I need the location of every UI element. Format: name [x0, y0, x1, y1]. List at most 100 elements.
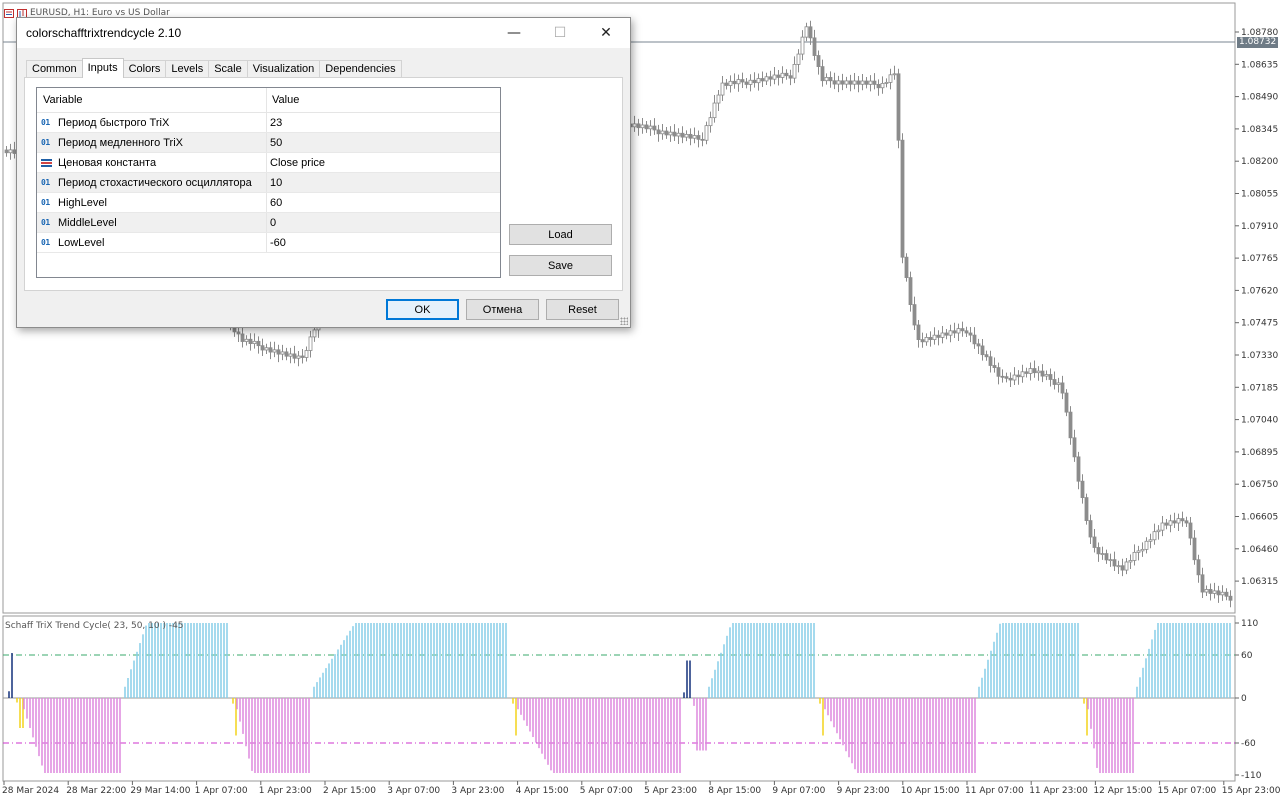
row-value[interactable]: 50 — [267, 133, 500, 152]
candle-body — [1224, 591, 1229, 597]
candle-body — [236, 331, 241, 335]
price-axis-label: 1.06895 — [1241, 448, 1278, 458]
candle-body — [664, 130, 669, 136]
candle-body — [776, 74, 781, 78]
chart-menu-icon[interactable] — [4, 8, 14, 18]
row-value[interactable]: 10 — [267, 173, 500, 192]
ok-button[interactable]: OK — [386, 299, 459, 320]
cancel-button[interactable]: Отмена — [466, 299, 539, 320]
candle-body — [688, 133, 693, 139]
candle-body — [268, 347, 273, 353]
tab-colors[interactable]: Colors — [122, 60, 167, 78]
candle-body — [248, 338, 253, 344]
candle-body — [1184, 520, 1189, 524]
candle-body — [304, 350, 309, 358]
candle-body — [944, 332, 949, 336]
time-axis-label: 9 Apr 23:00 — [837, 786, 890, 796]
candle-body — [296, 355, 301, 359]
candle-body — [972, 334, 977, 345]
candle-body — [648, 125, 653, 130]
candle-body — [1016, 374, 1021, 378]
row-value[interactable]: 60 — [267, 193, 500, 212]
time-axis-label: 3 Apr 07:00 — [387, 786, 440, 796]
candle-body — [256, 340, 261, 347]
resize-grip-icon[interactable] — [620, 317, 628, 325]
minimize-button[interactable]: — — [491, 18, 537, 48]
candle-body — [828, 77, 833, 82]
candle-body — [852, 80, 857, 85]
row-variable-cell: Ценовая константа — [37, 153, 267, 172]
close-button[interactable]: ✕ — [583, 18, 629, 48]
tab-levels[interactable]: Levels — [165, 60, 210, 78]
time-axis-label: 1 Apr 23:00 — [259, 786, 312, 796]
candle-body — [748, 79, 753, 85]
candle-body — [1040, 370, 1045, 377]
column-value[interactable]: Value — [267, 88, 500, 112]
integer-type-icon: 01 — [41, 238, 50, 247]
row-variable-cell: 01 HighLevel — [37, 193, 267, 212]
candle-body — [788, 75, 793, 79]
candle-body — [644, 124, 649, 130]
load-button[interactable]: Load — [509, 224, 612, 245]
candle-body — [920, 339, 925, 343]
table-row[interactable]: 01 MiddleLevel 0 — [37, 213, 500, 233]
candle-body — [1036, 370, 1041, 374]
table-row[interactable]: Ценовая константа Close price — [37, 153, 500, 173]
table-row[interactable]: 01 Период стохастического осциллятора 10 — [37, 173, 500, 193]
candle-body — [1188, 522, 1193, 539]
candle-body — [1056, 382, 1061, 385]
reset-button[interactable]: Reset — [546, 299, 619, 320]
candle-body — [860, 80, 865, 85]
candle-body — [276, 349, 281, 355]
column-variable[interactable]: Variable — [37, 88, 267, 112]
table-row[interactable]: 01 Период медленного TriX 50 — [37, 133, 500, 153]
candle-body — [292, 353, 297, 359]
candle-body — [272, 349, 277, 353]
time-axis-label: 5 Apr 07:00 — [580, 786, 633, 796]
candle-body — [720, 82, 725, 96]
candle-body — [904, 256, 909, 279]
table-row[interactable]: 01 Период быстрого TriX 23 — [37, 113, 500, 133]
candle-body — [756, 78, 761, 84]
candle-body — [1096, 547, 1101, 555]
candle-body — [892, 73, 897, 76]
time-axis-label: 15 Apr 23:00 — [1222, 786, 1280, 796]
save-button[interactable]: Save — [509, 255, 612, 276]
candle-body — [960, 328, 965, 332]
row-value[interactable]: 0 — [267, 213, 500, 232]
candle-body — [244, 338, 249, 342]
indicator-axis-label: 60 — [1241, 651, 1253, 661]
candle-body — [1164, 522, 1169, 526]
tab-inputs[interactable]: Inputs — [81, 58, 124, 78]
candle-body — [672, 131, 677, 137]
candle-body — [668, 131, 673, 136]
row-value[interactable]: -60 — [267, 233, 500, 252]
indicator-title: Schaff TriX Trend Cycle( 23, 50, 10 ) -4… — [5, 621, 184, 631]
candle-body — [1008, 377, 1013, 381]
row-variable-cell: 01 LowLevel — [37, 233, 267, 252]
dialog-titlebar[interactable]: colorschafftrixtrendcycle 2.10 — ☐ ✕ — [17, 18, 630, 48]
candle-body — [820, 66, 825, 82]
candle-body — [888, 74, 893, 83]
tab-strip: Common Inputs Colors Levels Scale Visual… — [26, 58, 402, 78]
tab-dependencies[interactable]: Dependencies — [319, 60, 402, 78]
candle-body — [700, 138, 705, 141]
maximize-button[interactable]: ☐ — [537, 18, 583, 48]
price-axis-label: 1.06605 — [1241, 513, 1278, 523]
row-value[interactable]: Close price — [267, 153, 500, 172]
candle-body — [744, 81, 749, 85]
table-row[interactable]: 01 HighLevel 60 — [37, 193, 500, 213]
price-axis-label: 1.07620 — [1241, 286, 1278, 296]
candle-body — [1124, 561, 1129, 571]
tab-common[interactable]: Common — [26, 60, 83, 78]
row-value[interactable]: 23 — [267, 113, 500, 132]
candle-body — [784, 72, 789, 77]
candle-body — [1216, 590, 1221, 596]
time-axis-label: 8 Apr 15:00 — [708, 786, 761, 796]
table-row[interactable]: 01 LowLevel -60 — [37, 233, 500, 253]
candle-body — [260, 345, 265, 351]
candle-body — [636, 123, 641, 129]
tab-scale[interactable]: Scale — [208, 60, 248, 78]
tab-visualization[interactable]: Visualization — [246, 60, 321, 78]
candle-body — [652, 125, 657, 131]
